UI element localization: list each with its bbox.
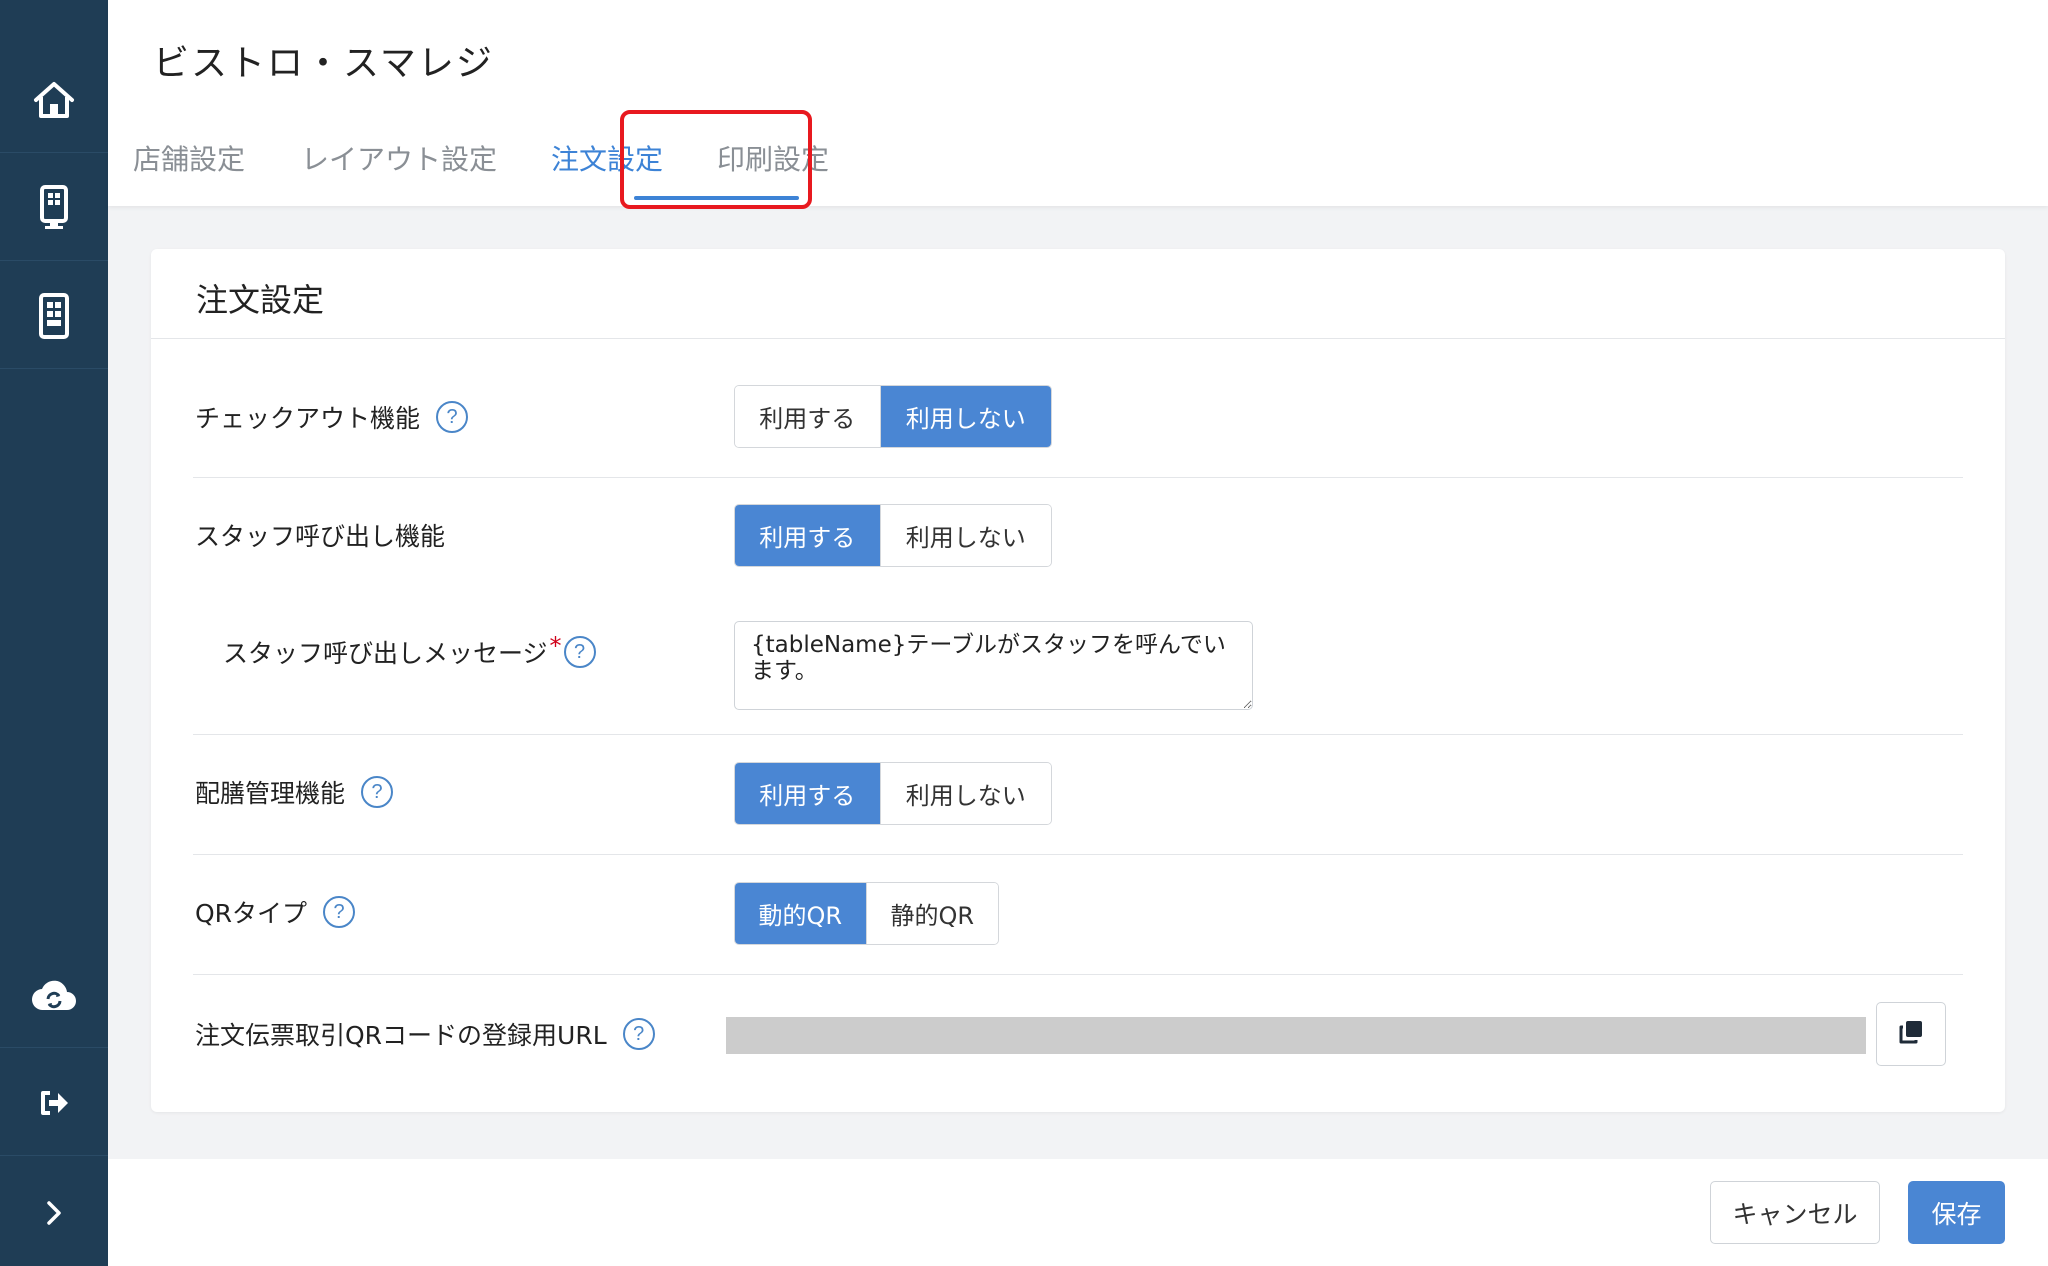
staff-call-toggle: 利用する 利用しない — [734, 504, 1052, 567]
order-settings-card: 注文設定 チェックアウト機能 ? 利用する 利用しない スタッフ呼び出し機能 利… — [151, 249, 2005, 1112]
staff-message-label: スタッフ呼び出しメッセージ — [223, 639, 548, 668]
sidebar-item-home[interactable] — [0, 47, 108, 153]
logout-icon — [38, 1089, 70, 1117]
serving-help-icon[interactable]: ? — [361, 776, 394, 808]
checkout-label-group: チェックアウト機能 ? — [195, 399, 469, 435]
qr-type-label: QRタイプ — [195, 899, 308, 928]
serving-toggle: 利用する 利用しない — [734, 762, 1052, 825]
tablet-icon — [38, 292, 70, 339]
tab-store-settings[interactable]: 店舗設定 — [133, 138, 245, 178]
footer: キャンセル 保存 — [108, 1159, 2048, 1266]
staff-message-label-group: スタッフ呼び出しメッセージ * ? — [223, 632, 596, 670]
row-divider — [193, 854, 1963, 855]
sidebar-item-logout[interactable] — [0, 1050, 108, 1156]
kiosk-icon — [39, 184, 69, 231]
row-divider — [193, 974, 1963, 975]
serving-option-not-use[interactable]: 利用しない — [879, 763, 1051, 824]
row-divider — [193, 734, 1963, 735]
card-title: 注文設定 — [196, 281, 325, 319]
checkout-option-not-use[interactable]: 利用しない — [879, 386, 1051, 447]
serving-label: 配膳管理機能 — [195, 779, 346, 808]
staff-message-textarea[interactable]: {tableName}テーブルがスタッフを呼んでいます。 — [734, 621, 1253, 710]
header: ビストロ・スマレジ 店舗設定 レイアウト設定 注文設定 印刷設定 — [108, 0, 2048, 209]
staff-message-help-icon[interactable]: ? — [563, 636, 596, 668]
card-divider — [151, 338, 2005, 339]
tab-layout-settings[interactable]: レイアウト設定 — [301, 138, 497, 178]
checkout-help-icon[interactable]: ? — [436, 401, 469, 433]
qr-type-label-group: QRタイプ ? — [195, 894, 356, 930]
sidebar-item-tablet[interactable] — [0, 263, 108, 369]
qr-type-option-static[interactable]: 静的QR — [865, 883, 998, 944]
checkout-label: チェックアウト機能 — [195, 404, 421, 433]
save-button[interactable]: 保存 — [1908, 1181, 2005, 1244]
tab-highlight-box — [620, 110, 812, 209]
cloud-sync-icon — [31, 978, 77, 1012]
required-mark: * — [549, 632, 562, 660]
staff-call-option-use[interactable]: 利用する — [735, 505, 880, 566]
row-divider — [193, 477, 1963, 478]
chevron-right-icon — [46, 1201, 62, 1225]
qr-type-help-icon[interactable]: ? — [323, 896, 356, 928]
sidebar-item-kiosk[interactable] — [0, 155, 108, 261]
checkout-option-use[interactable]: 利用する — [735, 386, 880, 447]
url-help-icon[interactable]: ? — [622, 1018, 655, 1050]
sidebar-item-sync[interactable] — [0, 942, 108, 1048]
url-label: 注文伝票取引QRコードの登録用URL — [195, 1021, 607, 1050]
copy-icon — [1898, 1019, 1924, 1049]
qr-type-option-dynamic[interactable]: 動的QR — [735, 883, 866, 944]
registration-url-field[interactable] — [726, 1017, 1866, 1054]
sidebar — [0, 0, 108, 1266]
cancel-button[interactable]: キャンセル — [1710, 1181, 1880, 1244]
qr-type-toggle: 動的QR 静的QR — [734, 882, 999, 945]
url-label-group: 注文伝票取引QRコードの登録用URL ? — [195, 1016, 655, 1052]
store-name: ビストロ・スマレジ — [153, 43, 494, 84]
sidebar-expand-button[interactable] — [0, 1160, 108, 1266]
staff-call-option-not-use[interactable]: 利用しない — [879, 505, 1051, 566]
staff-call-label-group: スタッフ呼び出し機能 — [195, 517, 445, 553]
serving-label-group: 配膳管理機能 ? — [195, 774, 394, 810]
copy-url-button[interactable] — [1876, 1002, 1946, 1066]
serving-option-use[interactable]: 利用する — [735, 763, 880, 824]
staff-call-label: スタッフ呼び出し機能 — [195, 522, 446, 551]
checkout-toggle: 利用する 利用しない — [734, 385, 1052, 448]
home-icon — [32, 80, 76, 120]
